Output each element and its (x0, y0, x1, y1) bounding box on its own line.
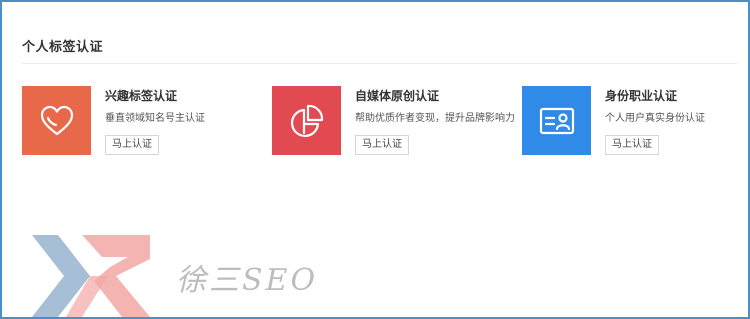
card-identity-profession: 身份职业认证 个人用户真实身份认证 马上认证 (522, 86, 750, 156)
certify-now-button[interactable]: 马上认证 (105, 135, 159, 155)
section-divider (22, 63, 737, 64)
card-interest-tag: 兴趣标签认证 垂直领域知名号主认证 马上认证 (22, 86, 252, 156)
pie-chart-icon (290, 104, 323, 137)
id-card-icon-tile (522, 86, 591, 155)
watermark-text: 徐三SEO (176, 263, 319, 298)
card-title: 自媒体原创认证 (355, 89, 440, 103)
section-title: 个人标签认证 (22, 40, 104, 55)
card-description: 个人用户真实身份认证 (605, 113, 705, 124)
heart-icon-tile (22, 86, 91, 155)
card-description: 帮助优质作者变现，提升品牌影响力 (355, 113, 515, 124)
card-title: 身份职业认证 (605, 89, 678, 103)
id-card-icon (539, 107, 574, 134)
card-title: 兴趣标签认证 (105, 89, 178, 103)
heart-icon (40, 105, 73, 135)
certify-now-button[interactable]: 马上认证 (605, 135, 659, 155)
card-original-media: 自媒体原创认证 帮助优质作者变现，提升品牌影响力 马上认证 (272, 86, 515, 156)
pie-chart-icon-tile (272, 86, 341, 155)
card-description: 垂直领域知名号主认证 (105, 113, 205, 124)
xr-logo-watermark (32, 235, 150, 317)
certify-now-button[interactable]: 马上认证 (355, 135, 409, 155)
